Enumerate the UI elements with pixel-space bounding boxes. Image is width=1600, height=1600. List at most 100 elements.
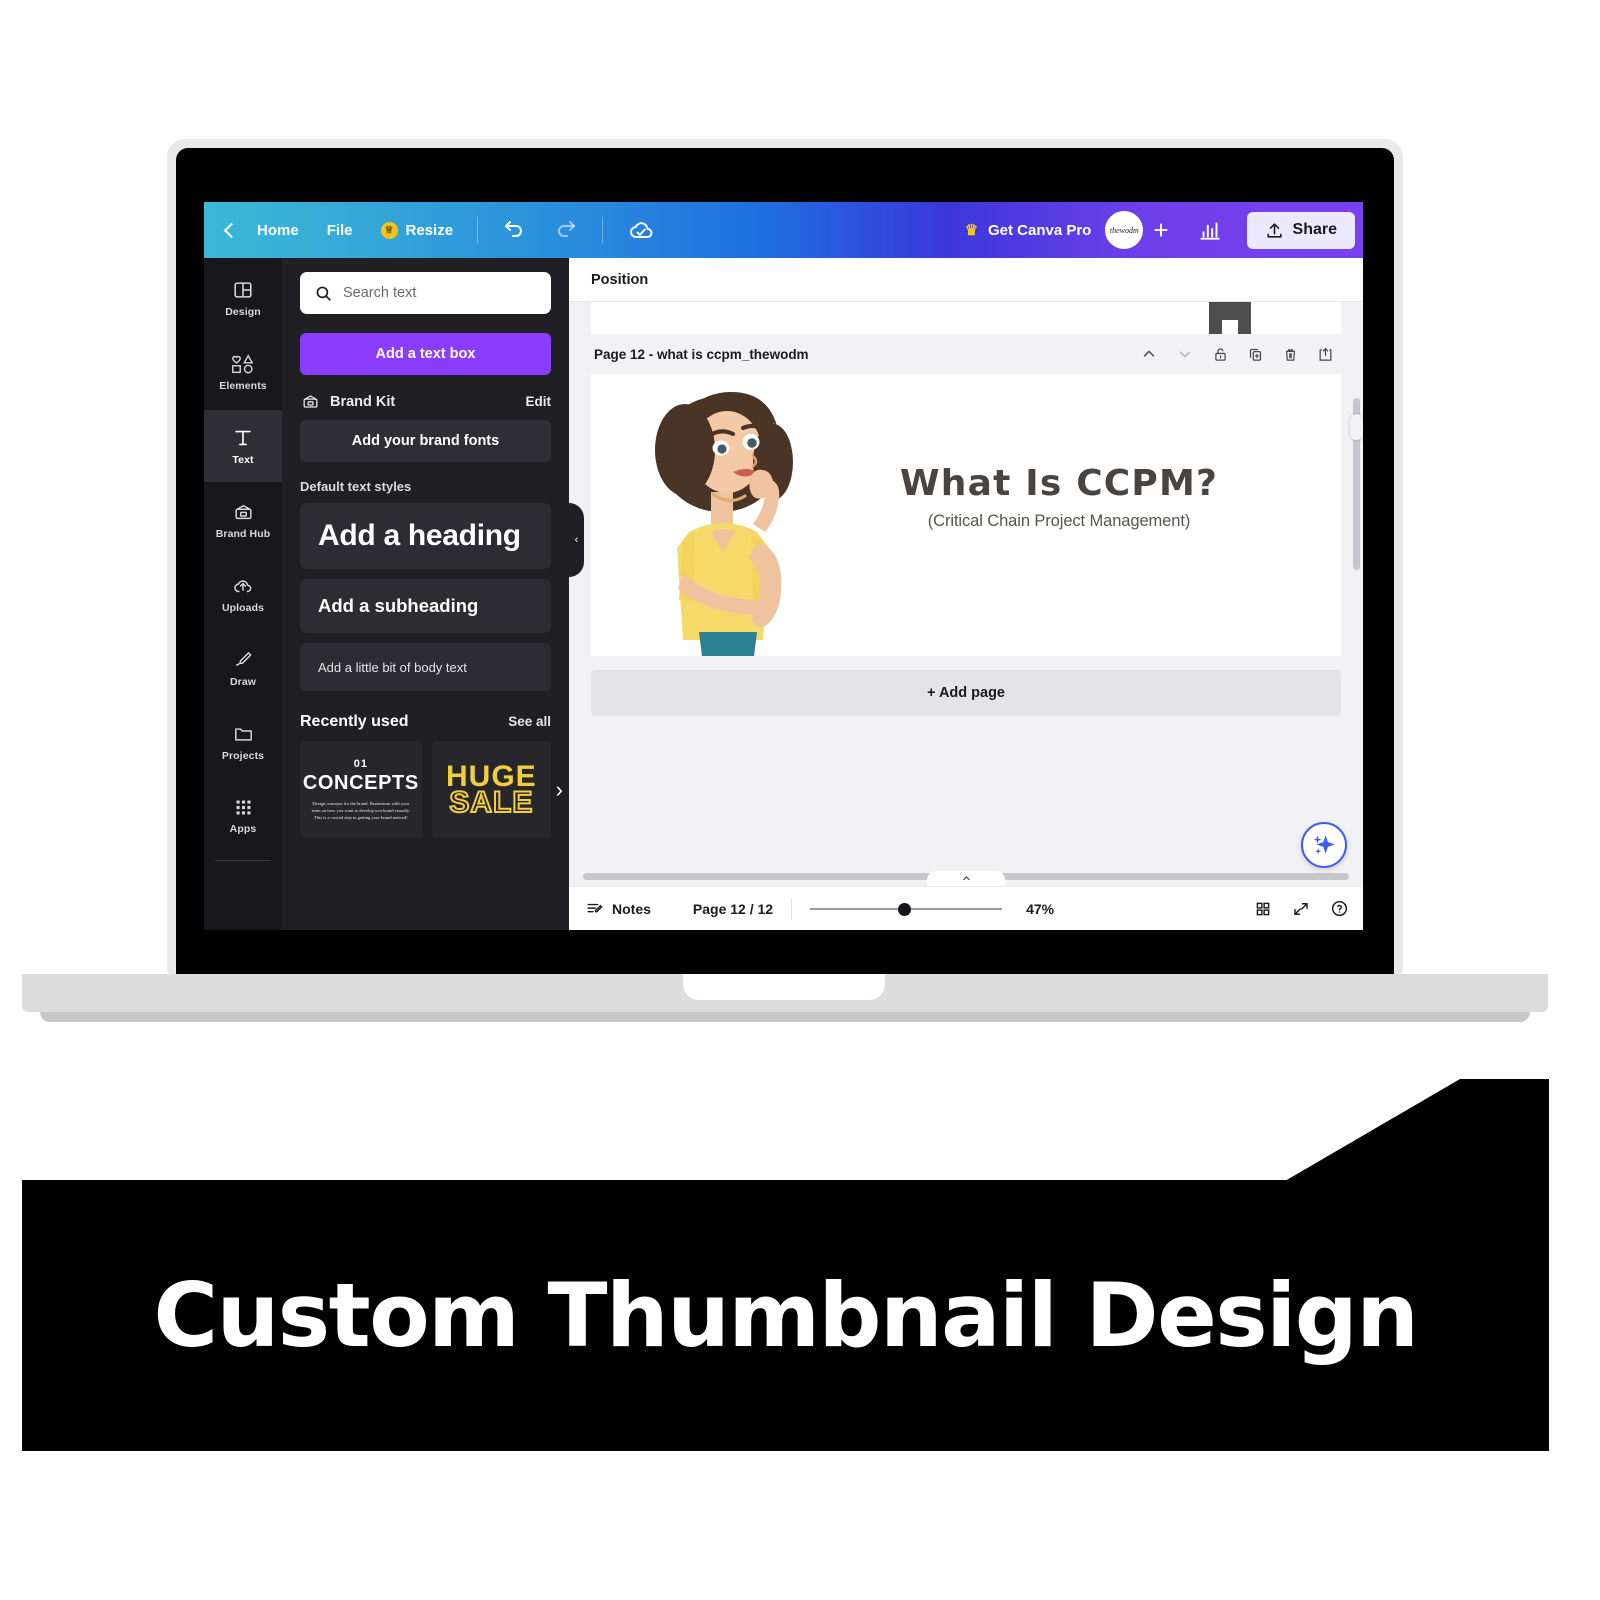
sidebar-item-uploads[interactable]: Uploads bbox=[208, 558, 278, 630]
sidebar-item-elements[interactable]: Elements bbox=[208, 336, 278, 408]
notes-button[interactable]: Notes bbox=[585, 899, 651, 918]
sidebar-item-brand-hub[interactable]: Brand Hub bbox=[208, 484, 278, 556]
style-add-subheading[interactable]: Add a subheading bbox=[300, 579, 551, 633]
caption-text: Custom Thumbnail Design bbox=[153, 1264, 1419, 1367]
left-rail: Design Elements Text Brand Hub Uploads D… bbox=[204, 258, 282, 930]
screenshot-root: Home File ♕ Resize ♛ Get Canva Pro thewo… bbox=[0, 0, 1600, 1600]
file-label: File bbox=[326, 221, 353, 239]
cloud-saved-button[interactable] bbox=[613, 210, 669, 250]
sidebar-item-label: Apps bbox=[229, 823, 257, 835]
sidebar-item-text[interactable]: Text bbox=[204, 410, 282, 482]
sidebar-item-label: Draw bbox=[229, 675, 257, 688]
style-label: Add a little bit of body text bbox=[318, 659, 467, 675]
avatar[interactable]: thewodm bbox=[1105, 211, 1144, 249]
bottombar-divider bbox=[791, 897, 793, 920]
style-label: Add a heading bbox=[318, 519, 521, 552]
slide-subtitle: (Critical Chain Project Management) bbox=[927, 512, 1191, 530]
see-all-button[interactable]: See all bbox=[508, 714, 551, 729]
magic-sparkle-icon bbox=[1313, 835, 1335, 855]
get-canva-pro-button[interactable]: ♛ Get Canva Pro bbox=[949, 216, 1105, 245]
recently-used-label: Recently used bbox=[300, 713, 409, 730]
page-title: Page 12 - what is ccpm_thewodm bbox=[594, 346, 809, 362]
text-panel: Search text Add a text box Brand Kit Edi… bbox=[282, 258, 569, 930]
resize-label: Resize bbox=[405, 221, 454, 239]
insights-button[interactable] bbox=[1183, 211, 1237, 249]
export-page-icon[interactable] bbox=[1317, 346, 1334, 363]
share-button[interactable]: Share bbox=[1246, 211, 1355, 249]
chevron-up-icon bbox=[962, 876, 970, 881]
person-illustration bbox=[655, 391, 793, 656]
wallet-icon bbox=[303, 395, 318, 408]
chevron-left-icon: ‹ bbox=[574, 534, 579, 546]
zoom-level: 47% bbox=[1026, 900, 1055, 917]
top-toolbar: Home File ♕ Resize ♛ Get Canva Pro thewo… bbox=[204, 202, 1363, 258]
canva-editor-app: Home File ♕ Resize ♛ Get Canva Pro thewo… bbox=[204, 202, 1363, 930]
notes-label: Notes bbox=[612, 900, 651, 917]
back-button[interactable] bbox=[223, 219, 243, 242]
delete-icon[interactable] bbox=[1282, 346, 1299, 363]
move-down-icon[interactable] bbox=[1176, 345, 1194, 363]
slide-content: What Is CCPM? (Critical Chain Project Ma… bbox=[591, 374, 1341, 656]
panel-collapse-button[interactable]: ‹ bbox=[569, 503, 584, 577]
lock-icon[interactable] bbox=[1212, 346, 1229, 363]
folder-icon bbox=[234, 727, 252, 741]
recent-template-huge-sale[interactable]: HUGE SALE bbox=[431, 741, 551, 838]
fullscreen-button[interactable] bbox=[1292, 900, 1310, 918]
position-button[interactable]: Position bbox=[591, 272, 648, 288]
recently-used-strip: 01 CONCEPTS Design concepts for the bran… bbox=[300, 741, 563, 838]
style-add-body-text[interactable]: Add a little bit of body text bbox=[300, 643, 551, 691]
page-counter: Page 12 / 12 bbox=[692, 900, 774, 917]
slide-canvas[interactable]: What Is CCPM? (Critical Chain Project Ma… bbox=[591, 374, 1341, 656]
sidebar-item-draw[interactable]: Draw bbox=[208, 632, 278, 704]
sidebar-item-label: Brand Hub bbox=[215, 527, 271, 540]
recent-template-concepts[interactable]: 01 CONCEPTS Design concepts for the bran… bbox=[300, 741, 422, 838]
undo-icon bbox=[505, 221, 522, 237]
add-text-box-button[interactable]: Add a text box bbox=[300, 333, 551, 375]
sidebar-item-projects[interactable]: Projects bbox=[208, 706, 278, 778]
shapes-icon bbox=[232, 353, 254, 373]
duplicate-icon[interactable] bbox=[1247, 346, 1264, 363]
search-input[interactable]: Search text bbox=[300, 272, 551, 314]
zoom-knob[interactable] bbox=[898, 902, 912, 916]
sidebar-item-label: Elements bbox=[219, 379, 267, 392]
brand-kit-row: Brand Kit Edit bbox=[300, 392, 551, 411]
sidebar-item-design[interactable]: Design bbox=[208, 262, 278, 334]
text-t-icon bbox=[235, 430, 251, 445]
position-bar: Position bbox=[569, 258, 1363, 302]
add-page-button[interactable]: + Add page bbox=[591, 670, 1341, 716]
pro-label: Get Canva Pro bbox=[987, 221, 1092, 239]
file-menu-button[interactable]: File bbox=[313, 216, 367, 245]
style-add-heading[interactable]: Add a heading bbox=[300, 503, 551, 569]
sidebar-item-apps[interactable]: Apps bbox=[208, 780, 278, 852]
previous-page-preview[interactable] bbox=[591, 302, 1341, 334]
canvas-scroll-region: Page 12 - what is ccpm_thewodm What Is C… bbox=[569, 302, 1363, 869]
page-actions bbox=[1140, 345, 1334, 363]
laptop-base-lip bbox=[40, 1012, 1530, 1022]
pencil-icon bbox=[235, 651, 251, 666]
page-resize-handle[interactable] bbox=[1350, 414, 1363, 440]
undo-button[interactable] bbox=[488, 212, 540, 248]
layout-icon bbox=[234, 281, 252, 298]
add-collaborator-button[interactable]: + bbox=[1143, 217, 1182, 243]
brand-kit-edit-button[interactable]: Edit bbox=[526, 394, 552, 409]
chevron-right-icon[interactable]: › bbox=[556, 777, 563, 803]
search-placeholder: Search text bbox=[343, 285, 417, 301]
zoom-slider[interactable] bbox=[810, 901, 1003, 917]
slide-text-block[interactable]: What Is CCPM? (Critical Chain Project Ma… bbox=[849, 466, 1269, 531]
magic-studio-button[interactable] bbox=[1301, 822, 1347, 868]
home-button[interactable]: Home bbox=[243, 216, 313, 245]
crown-icon: ♕ bbox=[380, 221, 398, 239]
resize-button[interactable]: ♕ Resize bbox=[367, 216, 468, 245]
sidebar-item-label: Uploads bbox=[221, 601, 265, 614]
toolbar-divider-1 bbox=[477, 217, 479, 243]
redo-button[interactable] bbox=[540, 212, 592, 248]
home-label: Home bbox=[257, 221, 299, 239]
redo-icon bbox=[558, 221, 576, 237]
help-button[interactable] bbox=[1330, 899, 1349, 918]
toolbar-divider-2 bbox=[602, 217, 604, 243]
page-tray-toggle[interactable] bbox=[927, 871, 1005, 886]
grid-view-icon[interactable] bbox=[1254, 900, 1272, 918]
add-brand-fonts-button[interactable]: Add your brand fonts bbox=[300, 420, 551, 462]
bottombar-right-group bbox=[1254, 899, 1349, 918]
move-up-icon[interactable] bbox=[1140, 345, 1158, 363]
